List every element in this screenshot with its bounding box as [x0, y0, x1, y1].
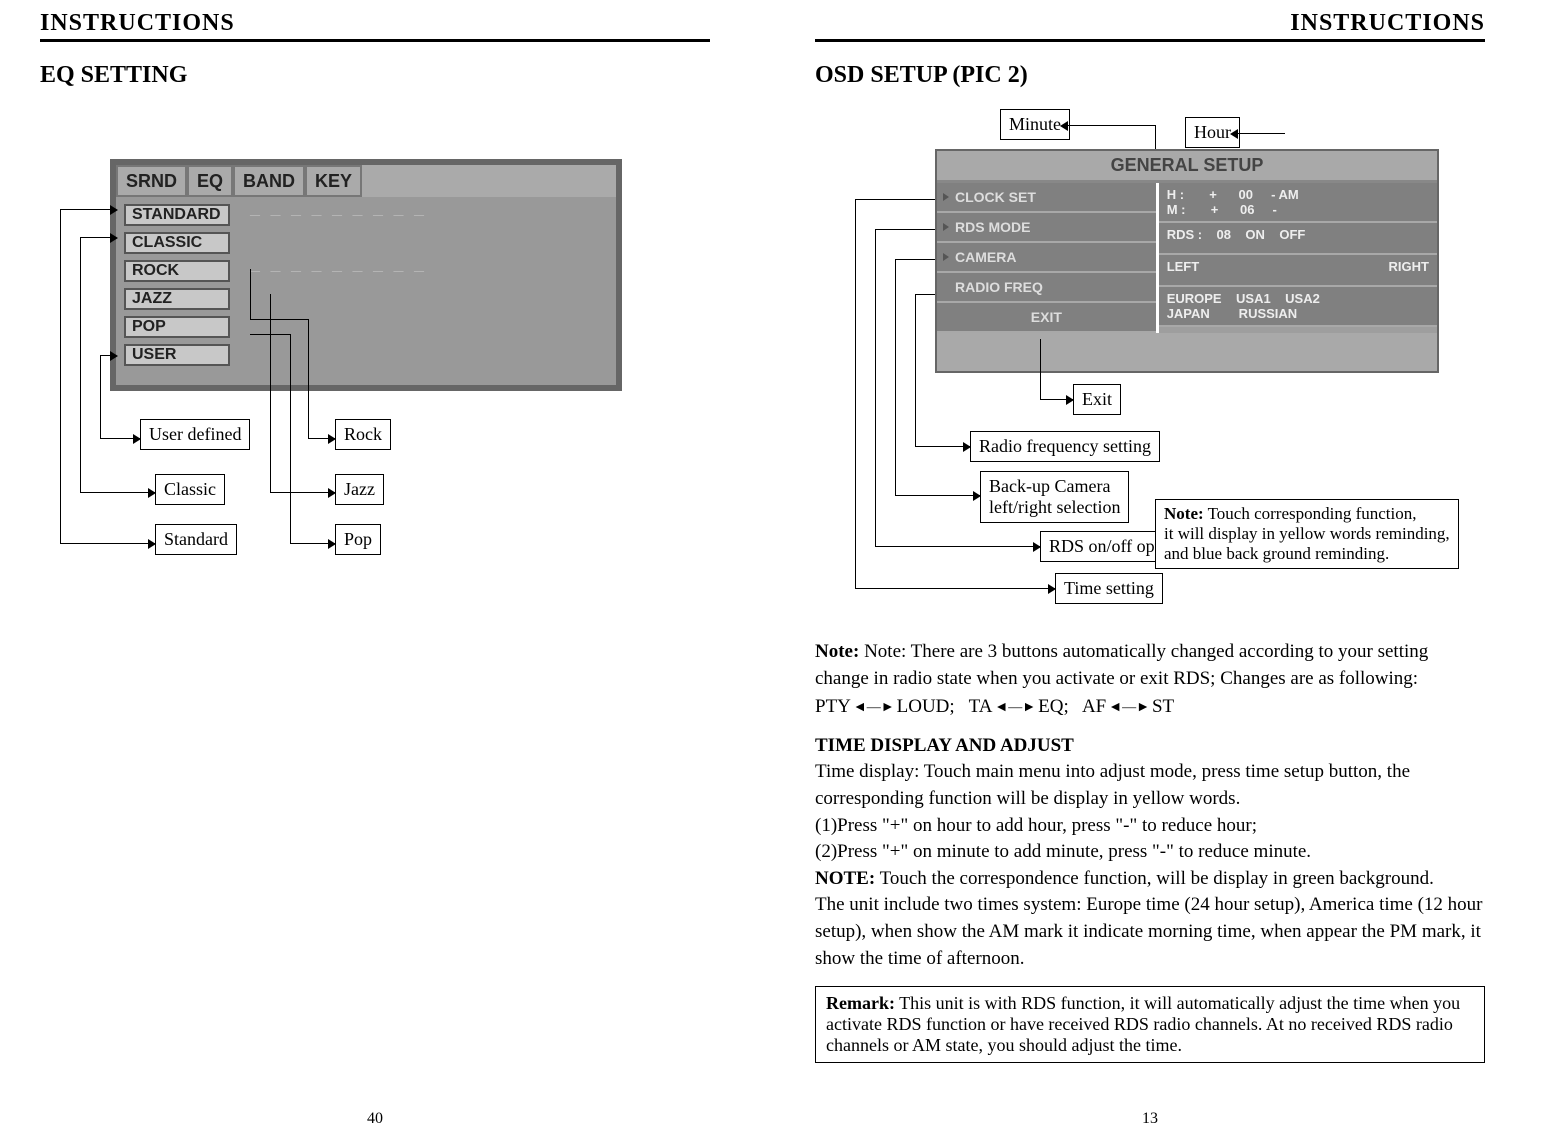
time-note: Touch the correspondence function, will …	[875, 868, 1434, 889]
eq-opt-user: USER	[124, 344, 230, 366]
right-page: INSTRUCTIONS OSD SETUP (PIC 2) Minute Ho…	[775, 0, 1525, 1148]
clock-h-row: H : + 00 - AM	[1167, 187, 1299, 202]
eq-opt-pop: POP	[124, 316, 230, 338]
label-classic: Classic	[155, 474, 225, 505]
camera-left: LEFT	[1167, 259, 1200, 281]
label-exit: Exit	[1073, 384, 1121, 415]
tab-key: KEY	[305, 165, 362, 197]
eq-section-title: EQ SETTING	[40, 62, 710, 89]
label-time: Time setting	[1055, 573, 1163, 604]
note-body: Note: There are 3 buttons automatically …	[815, 641, 1428, 689]
tab-eq: EQ	[187, 165, 233, 197]
eq-opt-classic: CLASSIC	[124, 232, 230, 254]
osd-section-title: OSD SETUP (PIC 2)	[815, 62, 1485, 89]
button-changes-line: PTY◄—►LOUD; TA◄—►EQ; AF◄—►ST	[815, 694, 1485, 721]
freq-row-b: JAPAN RUSSIAN	[1167, 306, 1298, 321]
eq-screenshot: SRND EQ BAND KEY STANDARD— — — — — — — —…	[110, 159, 622, 391]
remark-label: Remark:	[826, 993, 895, 1013]
eq-label: EQ;	[1038, 696, 1069, 717]
time-p2: (1)Press "+" on hour to add hour, press …	[815, 815, 1257, 836]
af-label: AF	[1082, 696, 1106, 717]
tab-band: BAND	[233, 165, 305, 197]
label-note: Note: Touch corresponding function,it wi…	[1155, 499, 1459, 569]
label-user-defined: User defined	[140, 419, 250, 450]
remark-box: Remark: This unit is with RDS function, …	[815, 986, 1485, 1063]
remark-text: This unit is with RDS function, it will …	[826, 993, 1460, 1055]
st-label: ST	[1152, 696, 1174, 717]
time-note-label: NOTE:	[815, 868, 875, 889]
double-arrow-icon: ◄—►	[853, 698, 895, 718]
menu-clock-set: CLOCK SET	[937, 183, 1156, 213]
eq-opt-rock: ROCK	[124, 260, 230, 282]
pty-label: PTY	[815, 696, 851, 717]
tab-srnd: SRND	[116, 165, 187, 197]
label-standard: Standard	[155, 524, 237, 555]
menu-radio-freq: RADIO FREQ	[937, 273, 1156, 303]
page-header-left: INSTRUCTIONS	[40, 10, 710, 42]
osd-panel-title: GENERAL SETUP	[937, 151, 1437, 180]
time-p3: (2)Press "+" on minute to add minute, pr…	[815, 841, 1311, 862]
double-arrow-icon: ◄—►	[1108, 698, 1150, 718]
clock-m-row: M : + 06 -	[1167, 202, 1277, 217]
label-rock: Rock	[335, 419, 391, 450]
time-p4: The unit include two times system: Europ…	[815, 894, 1483, 968]
label-camera: Back-up Camera left/right selection	[980, 471, 1129, 523]
osd-panel: GENERAL SETUP CLOCK SET RDS MODE CAMERA …	[935, 149, 1439, 373]
eq-diagram: SRND EQ BAND KEY STANDARD— — — — — — — —…	[40, 159, 660, 639]
osd-diagram: Minute Hour GENERAL SETUP CLOCK SET RDS …	[815, 109, 1455, 629]
label-pop: Pop	[335, 524, 381, 555]
left-page: INSTRUCTIONS EQ SETTING SRND EQ BAND KEY…	[0, 0, 750, 1148]
menu-camera: CAMERA	[937, 243, 1156, 273]
label-jazz: Jazz	[335, 474, 384, 505]
page-header-right: INSTRUCTIONS	[815, 10, 1485, 42]
loud-label: LOUD;	[897, 696, 955, 717]
camera-right: RIGHT	[1389, 259, 1429, 281]
time-title: TIME DISPLAY AND ADJUST	[815, 735, 1074, 756]
double-arrow-icon: ◄—►	[994, 698, 1036, 718]
eq-opt-standard: STANDARD	[124, 204, 230, 226]
note-text: Note: Note: There are 3 buttons automati…	[815, 639, 1485, 692]
time-display-section: TIME DISPLAY AND ADJUST Time display: To…	[815, 733, 1485, 972]
page-number-left: 40	[367, 1110, 383, 1128]
page-number-right: 13	[1142, 1110, 1158, 1128]
eq-opt-jazz: JAZZ	[124, 288, 230, 310]
label-radio-freq: Radio frequency setting	[970, 431, 1160, 462]
freq-row-a: EUROPE USA1 USA2	[1167, 291, 1320, 306]
menu-exit: EXIT	[937, 303, 1156, 333]
menu-rds-mode: RDS MODE	[937, 213, 1156, 243]
rds-row: RDS : 08 ON OFF	[1167, 227, 1306, 249]
ta-label: TA	[969, 696, 993, 717]
time-p1: Time display: Touch main menu into adjus…	[815, 761, 1410, 809]
